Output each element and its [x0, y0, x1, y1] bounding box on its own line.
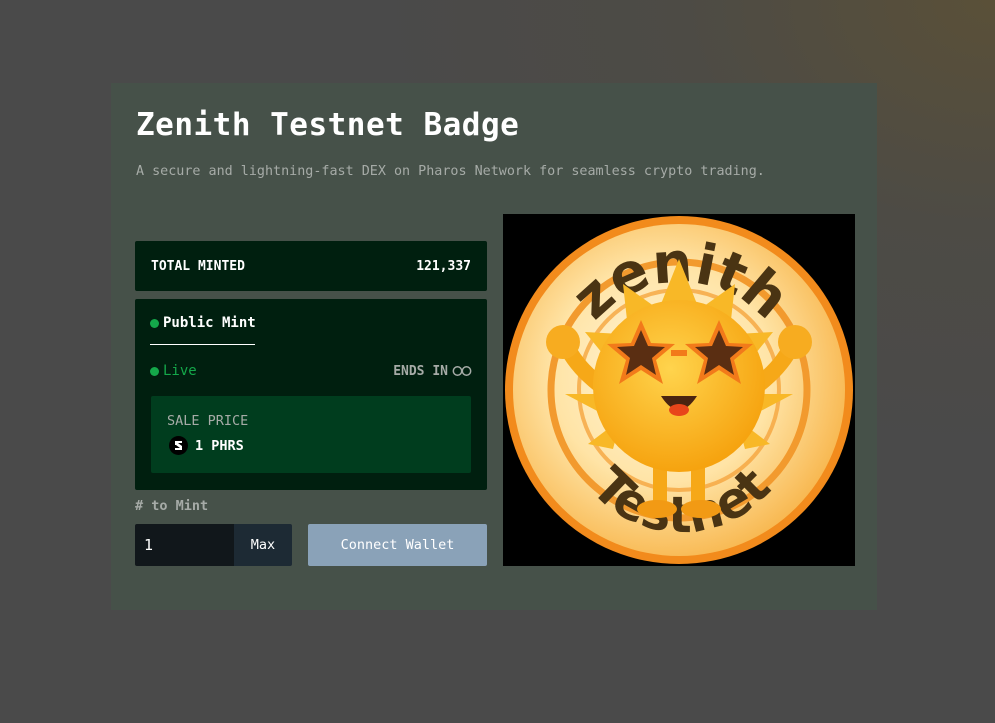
badge-image: zenith Testnet	[503, 214, 855, 566]
mint-status-row: Live ENDS IN	[150, 363, 472, 379]
page-subtitle: A secure and lightning-fast DEX on Pharo…	[136, 164, 765, 179]
quantity-input[interactable]	[135, 524, 234, 566]
mint-info-column: TOTAL MINTED 121,337 Public Mint Live EN…	[135, 241, 487, 490]
zenith-badge-illustration: zenith Testnet	[505, 216, 853, 564]
sale-price-value: 1 PHRS	[195, 437, 244, 454]
infinity-icon	[452, 366, 472, 376]
quantity-label: # to Mint	[135, 498, 209, 514]
live-status-label: Live	[163, 363, 197, 379]
connect-wallet-button[interactable]: Connect Wallet	[308, 524, 487, 566]
total-minted-label: TOTAL MINTED	[151, 258, 245, 274]
sale-price: 1 PHRS	[169, 436, 244, 455]
mint-phase-panel: Public Mint Live ENDS IN SALE PRICE 1 PH…	[135, 299, 487, 490]
max-button[interactable]: Max	[234, 524, 292, 566]
ends-in: ENDS IN	[393, 364, 472, 379]
status-dot-icon	[150, 318, 159, 328]
tab-public-mint-label: Public Mint	[163, 315, 256, 331]
live-dot-icon	[150, 366, 159, 376]
quantity-stepper: Max	[135, 524, 292, 566]
sale-price-box: SALE PRICE 1 PHRS	[151, 396, 471, 473]
sale-price-label: SALE PRICE	[167, 413, 249, 429]
ends-in-label: ENDS IN	[393, 363, 448, 379]
live-status: Live	[150, 363, 197, 379]
tab-public-mint[interactable]: Public Mint	[150, 315, 256, 331]
mint-card: Zenith Testnet Badge A secure and lightn…	[111, 83, 877, 610]
phrs-token-icon	[169, 436, 188, 455]
total-minted-panel: TOTAL MINTED 121,337	[135, 241, 487, 291]
page-title: Zenith Testnet Badge	[136, 107, 520, 143]
total-minted-value: 121,337	[416, 258, 471, 274]
tab-active-underline	[150, 344, 255, 345]
